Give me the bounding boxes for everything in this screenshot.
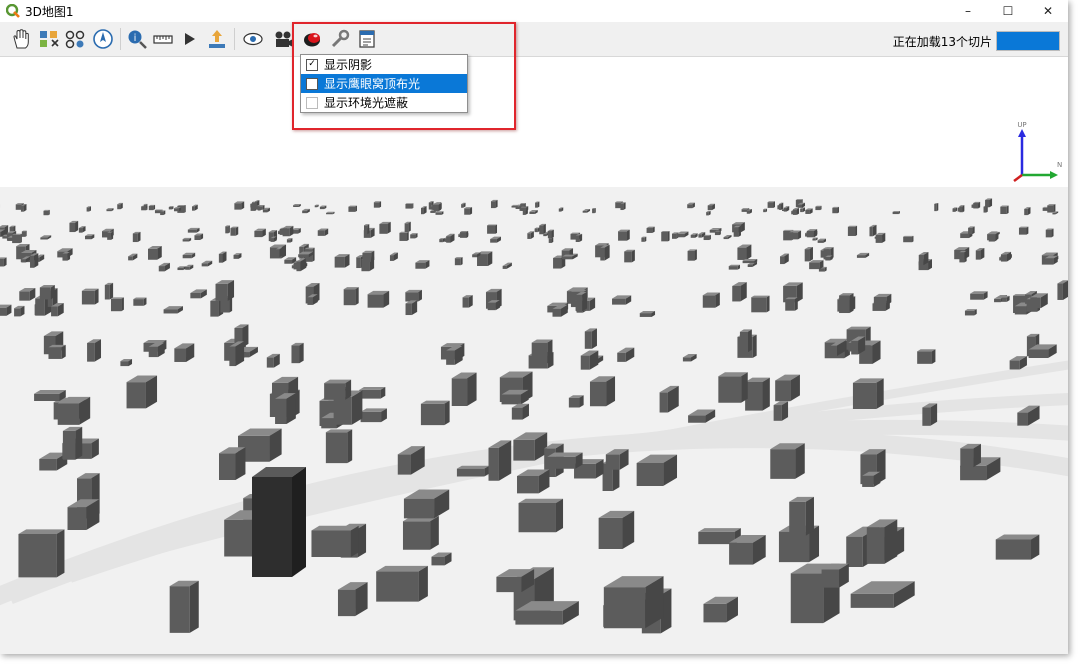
map-window: 3D地图1 – ☐ ✕ i 正在加载13个切片 UP N ✓ 显示阴影 显示鹰眼… [0,0,1068,654]
checkbox-show-ambient-occlusion[interactable] [306,96,318,109]
map3d-viewport[interactable]: UP N [0,57,1068,654]
city-3d-scene [0,187,1068,654]
zoom-full-icon[interactable] [36,26,62,52]
effects-icon[interactable] [299,26,325,52]
loading-status-text: 正在加载13个切片 [892,35,992,49]
camera-control-icon[interactable] [62,26,88,52]
axis-north-label: N [1057,161,1062,169]
effects-dropdown-menu: ✓ 显示阴影 显示鹰眼窝顶布光 显示环境光遮蔽 [300,54,468,113]
axis-gizmo: UP N [1013,121,1062,182]
menu-item-show-shadows[interactable]: ✓ 显示阴影 [301,55,467,74]
menu-item-show-eye-dome-lighting[interactable]: 显示鹰眼窝顶布光 [301,74,467,93]
minimize-button[interactable]: – [948,0,988,22]
svg-text:i: i [134,33,137,44]
window-title: 3D地图1 [25,4,74,19]
menu-item-label: 显示阴影 [324,58,373,72]
settings-icon[interactable] [327,26,353,52]
close-button[interactable]: ✕ [1028,0,1068,22]
menu-item-label: 显示鹰眼窝顶布光 [324,77,421,91]
checkbox-show-shadows[interactable]: ✓ [306,58,318,71]
menu-item-label: 显示环境光遮蔽 [324,96,409,110]
axis-up-label: UP [1017,121,1026,129]
options-icon[interactable] [354,26,380,52]
qgis-logo-icon [6,4,20,18]
measure-icon[interactable] [150,26,176,52]
menu-item-show-ambient-occlusion[interactable]: 显示环境光遮蔽 [301,93,467,112]
export-icon[interactable] [204,26,230,52]
title-bar: 3D地图1 – ☐ ✕ [0,0,1068,22]
loading-progress-bar [996,31,1060,51]
checkbox-show-eye-dome-lighting[interactable] [306,77,318,90]
camera-icon[interactable] [270,26,296,52]
identify-icon[interactable]: i [124,26,150,52]
view-icon[interactable] [240,26,266,52]
north-icon[interactable] [90,26,116,52]
pan-icon[interactable] [8,26,34,52]
maximize-button[interactable]: ☐ [988,0,1028,22]
play-icon[interactable] [176,26,202,52]
map3d-toolbar: i 正在加载13个切片 [0,22,1068,57]
